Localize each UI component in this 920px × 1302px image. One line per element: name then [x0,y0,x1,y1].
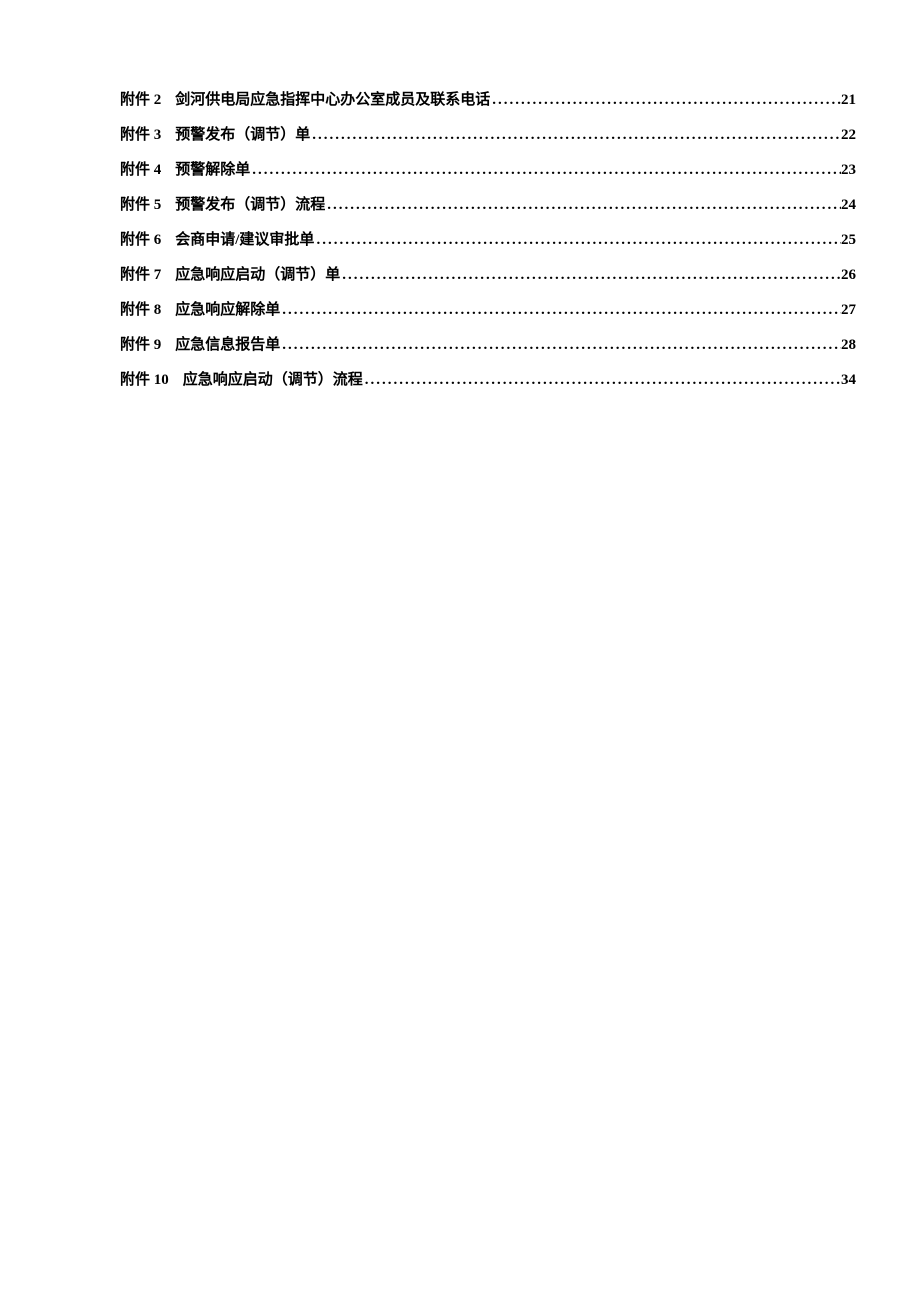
toc-entry: 附件 5 预警发布（调节）流程 24 [120,193,856,214]
toc-label: 附件 10 [120,368,169,389]
toc-entry: 附件 10 应急响应启动（调节）流程 34 [120,368,856,389]
toc-dots [250,162,841,179]
toc-dots [325,197,841,214]
toc-entry: 附件 6 会商申请/建议审批单 25 [120,228,856,249]
toc-page: 25 [841,232,856,249]
toc-page: 23 [841,162,856,179]
toc-title: 剑河供电局应急指挥中心办公室成员及联系电话 [175,88,490,109]
toc-dots [280,337,841,354]
toc-dots [363,372,841,389]
toc-dots [490,92,841,109]
toc-page: 28 [841,337,856,354]
toc-label: 附件 9 [120,333,161,354]
toc-label: 附件 8 [120,298,161,319]
toc-container: 附件 2 剑河供电局应急指挥中心办公室成员及联系电话 21 附件 3 预警发布（… [120,88,856,389]
toc-entry: 附件 3 预警发布（调节）单 22 [120,123,856,144]
toc-dots [280,302,841,319]
toc-title: 会商申请/建议审批单 [175,228,314,249]
toc-label: 附件 6 [120,228,161,249]
toc-title: 预警发布（调节）单 [175,123,310,144]
toc-title: 预警解除单 [175,158,250,179]
toc-dots [310,127,841,144]
toc-label: 附件 2 [120,88,161,109]
toc-page: 26 [841,267,856,284]
toc-dots [314,232,841,249]
toc-label: 附件 7 [120,263,161,284]
toc-entry: 附件 9 应急信息报告单 28 [120,333,856,354]
toc-entry: 附件 8 应急响应解除单 27 [120,298,856,319]
toc-title: 应急响应启动（调节）单 [175,263,340,284]
toc-page: 22 [841,127,856,144]
toc-page: 34 [841,372,856,389]
toc-page: 24 [841,197,856,214]
toc-title: 应急信息报告单 [175,333,280,354]
toc-entry: 附件 4 预警解除单 23 [120,158,856,179]
toc-page: 27 [841,302,856,319]
toc-title: 预警发布（调节）流程 [175,193,325,214]
toc-title: 应急响应解除单 [175,298,280,319]
toc-page: 21 [841,92,856,109]
toc-label: 附件 3 [120,123,161,144]
toc-title: 应急响应启动（调节）流程 [183,368,363,389]
toc-entry: 附件 2 剑河供电局应急指挥中心办公室成员及联系电话 21 [120,88,856,109]
toc-label: 附件 5 [120,193,161,214]
toc-label: 附件 4 [120,158,161,179]
toc-entry: 附件 7 应急响应启动（调节）单 26 [120,263,856,284]
toc-dots [340,267,841,284]
